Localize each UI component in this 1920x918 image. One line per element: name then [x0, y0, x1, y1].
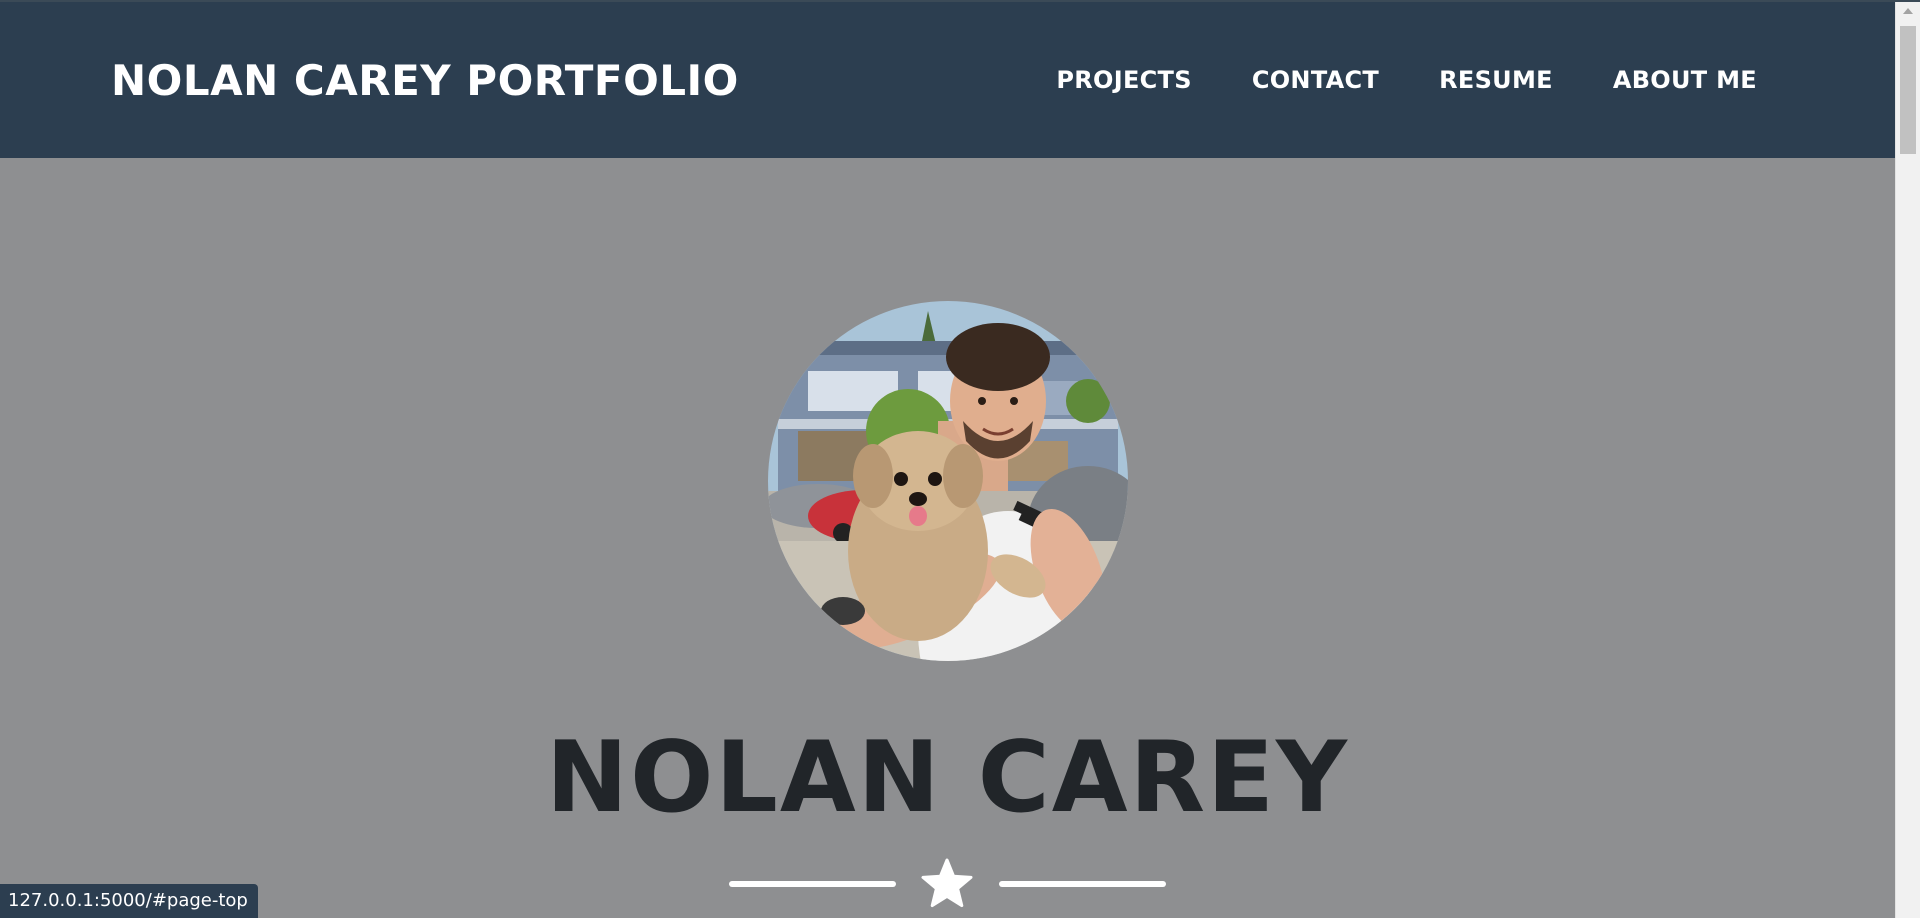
nav-link-contact[interactable]: CONTACT: [1252, 64, 1379, 96]
nav-link-resume[interactable]: RESUME: [1439, 64, 1553, 96]
nav-link-projects[interactable]: PROJECTS: [1056, 64, 1191, 96]
masthead-heading: NOLAN CAREY: [546, 721, 1349, 835]
vertical-scrollbar[interactable]: [1895, 2, 1920, 918]
nav-link-about-me[interactable]: ABOUT ME: [1613, 64, 1757, 96]
scrollbar-thumb[interactable]: [1900, 26, 1916, 154]
nav-links: PROJECTS CONTACT RESUME ABOUT ME: [996, 64, 1757, 96]
profile-avatar: [768, 301, 1128, 661]
page: NOLAN CAREY PORTFOLIO PROJECTS CONTACT R…: [0, 0, 1920, 918]
divider-line-right: [999, 881, 1166, 887]
status-bar-url: 127.0.0.1:5000/#page-top: [0, 884, 258, 918]
profile-photo-icon: [768, 301, 1128, 661]
navbar: NOLAN CAREY PORTFOLIO PROJECTS CONTACT R…: [0, 2, 1895, 158]
star-icon: [921, 858, 973, 908]
navbar-brand[interactable]: NOLAN CAREY PORTFOLIO: [111, 54, 739, 108]
divider-line-left: [729, 881, 896, 887]
scroll-up-arrow-icon[interactable]: [1903, 8, 1913, 14]
